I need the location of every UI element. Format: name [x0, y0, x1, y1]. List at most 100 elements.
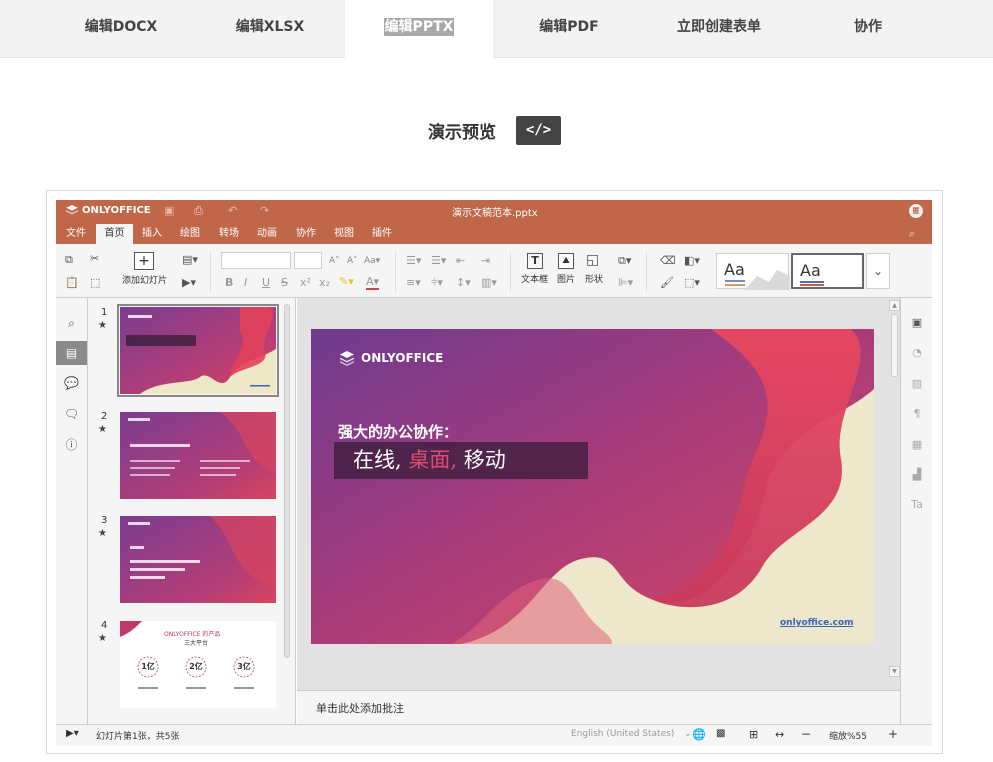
font-name-combo[interactable]: [221, 252, 291, 269]
chart-settings-icon[interactable]: ▟: [901, 468, 933, 481]
font-grow-icon[interactable]: A˄: [329, 255, 340, 267]
paste-icon[interactable]: 📋: [65, 277, 79, 289]
font-shrink-icon[interactable]: A˅: [347, 255, 358, 267]
align-icon[interactable]: ≡▾: [406, 277, 421, 289]
superscript-icon[interactable]: x²: [300, 277, 311, 289]
tab-collaborate[interactable]: 协作: [794, 0, 942, 58]
avatar[interactable]: 匿: [909, 204, 923, 218]
paragraph-settings-icon[interactable]: ¶: [901, 407, 933, 420]
clear-style-icon[interactable]: ⌫: [660, 255, 676, 267]
highlight-icon[interactable]: ✎▾: [339, 276, 354, 288]
color-scheme-icon[interactable]: ◧▾: [684, 255, 700, 267]
tab-edit-docx[interactable]: 编辑DOCX: [46, 0, 196, 58]
theme-option-2[interactable]: Aa: [791, 253, 864, 289]
undo-icon[interactable]: ↶: [228, 204, 237, 217]
shape-icon[interactable]: ◱: [586, 252, 599, 268]
fit-width-icon[interactable]: ↔: [775, 728, 784, 741]
italic-icon[interactable]: I: [244, 277, 247, 289]
menu-view[interactable]: 视图: [328, 224, 360, 244]
decrease-indent-icon[interactable]: ⇤: [456, 255, 465, 267]
notes-area[interactable]: 单击此处添加批注: [297, 690, 900, 724]
thumbnails-scrollbar[interactable]: [284, 304, 290, 658]
bold-icon[interactable]: B: [225, 277, 233, 289]
table-settings-icon[interactable]: ▦: [901, 438, 933, 451]
theme-option-1[interactable]: Aa: [716, 253, 790, 290]
chat-icon[interactable]: 🗨: [56, 402, 87, 426]
menu-insert[interactable]: 插入: [136, 224, 168, 244]
slide-settings-icon[interactable]: ▣: [901, 316, 933, 329]
strikethrough-icon[interactable]: S: [281, 277, 288, 289]
line-spacing-icon[interactable]: ↕▾: [456, 277, 471, 289]
align-shape-icon[interactable]: ⊫▾: [618, 277, 633, 289]
shape-settings-icon[interactable]: ◔: [901, 346, 933, 359]
change-case-icon[interactable]: Aa▾: [364, 255, 380, 267]
slideshow-icon[interactable]: ▶▾: [182, 277, 196, 289]
textbox-icon[interactable]: T: [527, 253, 543, 269]
spellcheck-icon[interactable]: ▩: [716, 728, 725, 739]
image-settings-icon[interactable]: ▨: [901, 377, 933, 390]
globe-icon[interactable]: 🌐: [692, 728, 706, 741]
vertical-align-icon[interactable]: ⫩▾: [431, 277, 443, 289]
subscript-icon[interactable]: x₂: [319, 277, 330, 289]
search-icon[interactable]: ⌕: [56, 311, 87, 335]
print-icon[interactable]: ⎙: [194, 204, 203, 218]
menu-plugins[interactable]: 插件: [366, 224, 398, 244]
font-size-combo[interactable]: [294, 252, 322, 269]
slide-thumbnail-2[interactable]: [120, 412, 276, 499]
tab-create-form[interactable]: 立即创建表单: [644, 0, 794, 58]
play-icon[interactable]: ▶▾: [66, 728, 79, 739]
numbering-icon[interactable]: ☰▾: [431, 255, 446, 267]
copy-style-icon[interactable]: 🖌: [660, 277, 674, 289]
zoom-in-icon[interactable]: +: [888, 727, 898, 741]
text-art-settings-icon[interactable]: Ta: [901, 498, 933, 511]
slide-thumbnail-4[interactable]: ONLYOFFICE 的产品 三大平台 1亿 2亿 3亿: [120, 621, 276, 708]
insert-textbox-button[interactable]: 文本框: [521, 272, 548, 285]
columns-icon[interactable]: ▥▾: [481, 277, 497, 289]
increase-indent-icon[interactable]: ⇥: [481, 255, 490, 267]
slide-thumbnail-3[interactable]: [120, 516, 276, 603]
bullets-icon[interactable]: ☰▾: [406, 255, 421, 267]
slide-thumbnail-1[interactable]: [117, 304, 279, 397]
menu-collaboration[interactable]: 协作: [290, 224, 322, 244]
save-icon[interactable]: ▣: [164, 204, 174, 217]
scroll-down-icon[interactable]: ▼: [889, 666, 900, 677]
copy-icon[interactable]: ⧉: [65, 254, 73, 266]
menu-home[interactable]: 首页: [96, 224, 133, 244]
tab-edit-pptx[interactable]: 编辑PPTX: [345, 0, 493, 59]
insert-shape-button[interactable]: 形状: [585, 272, 603, 285]
chevron-down-icon[interactable]: ⌄: [866, 253, 890, 289]
layout-icon[interactable]: ▤▾: [182, 254, 198, 266]
scroll-thumb[interactable]: [891, 314, 898, 377]
slides-panel-icon[interactable]: ▤: [56, 341, 87, 365]
arrange-icon[interactable]: ⧉▾: [618, 255, 631, 267]
tab-edit-pdf[interactable]: 编辑PDF: [494, 0, 644, 58]
underline-icon[interactable]: U: [262, 277, 270, 289]
menu-file[interactable]: 文件: [60, 224, 92, 244]
canvas-scrollbar[interactable]: ▲ ▼: [889, 300, 900, 680]
menu-animation[interactable]: 动画: [251, 224, 283, 244]
slide-link[interactable]: onlyoffice.com: [780, 618, 854, 628]
redo-icon[interactable]: ↷: [260, 204, 269, 217]
star-icon: ★: [98, 424, 107, 435]
cut-icon[interactable]: ✂: [90, 253, 99, 265]
menu-draw[interactable]: 绘图: [174, 224, 206, 244]
font-color-icon[interactable]: A▾: [366, 276, 380, 290]
zoom-out-icon[interactable]: −: [801, 727, 811, 741]
info-icon[interactable]: ⓘ: [56, 433, 87, 457]
add-slide-icon[interactable]: +: [134, 252, 154, 270]
main-slide[interactable]: ONLYOFFICE 强大的办公协作： 在线, 桌面, 移动 onlyoffic…: [311, 329, 874, 644]
slide-size-icon[interactable]: ⬚▾: [684, 277, 700, 289]
menu-transitions[interactable]: 转场: [213, 224, 245, 244]
search-icon[interactable]: ⌕: [909, 227, 915, 241]
fit-slide-icon[interactable]: ⊞: [749, 728, 758, 741]
view-code-button[interactable]: </>: [516, 116, 561, 145]
tab-edit-xlsx[interactable]: 编辑XLSX: [196, 0, 344, 58]
image-icon[interactable]: ⛰: [558, 253, 574, 269]
toolbar-divider: [395, 252, 396, 292]
language-selector[interactable]: English (United States): [571, 729, 674, 739]
comments-icon[interactable]: 💬: [56, 371, 87, 395]
add-slide-button[interactable]: 添加幻灯片: [122, 273, 167, 286]
scroll-up-icon[interactable]: ▲: [889, 300, 900, 311]
select-all-icon[interactable]: ⬚: [90, 277, 100, 289]
insert-image-button[interactable]: 图片: [557, 272, 575, 285]
